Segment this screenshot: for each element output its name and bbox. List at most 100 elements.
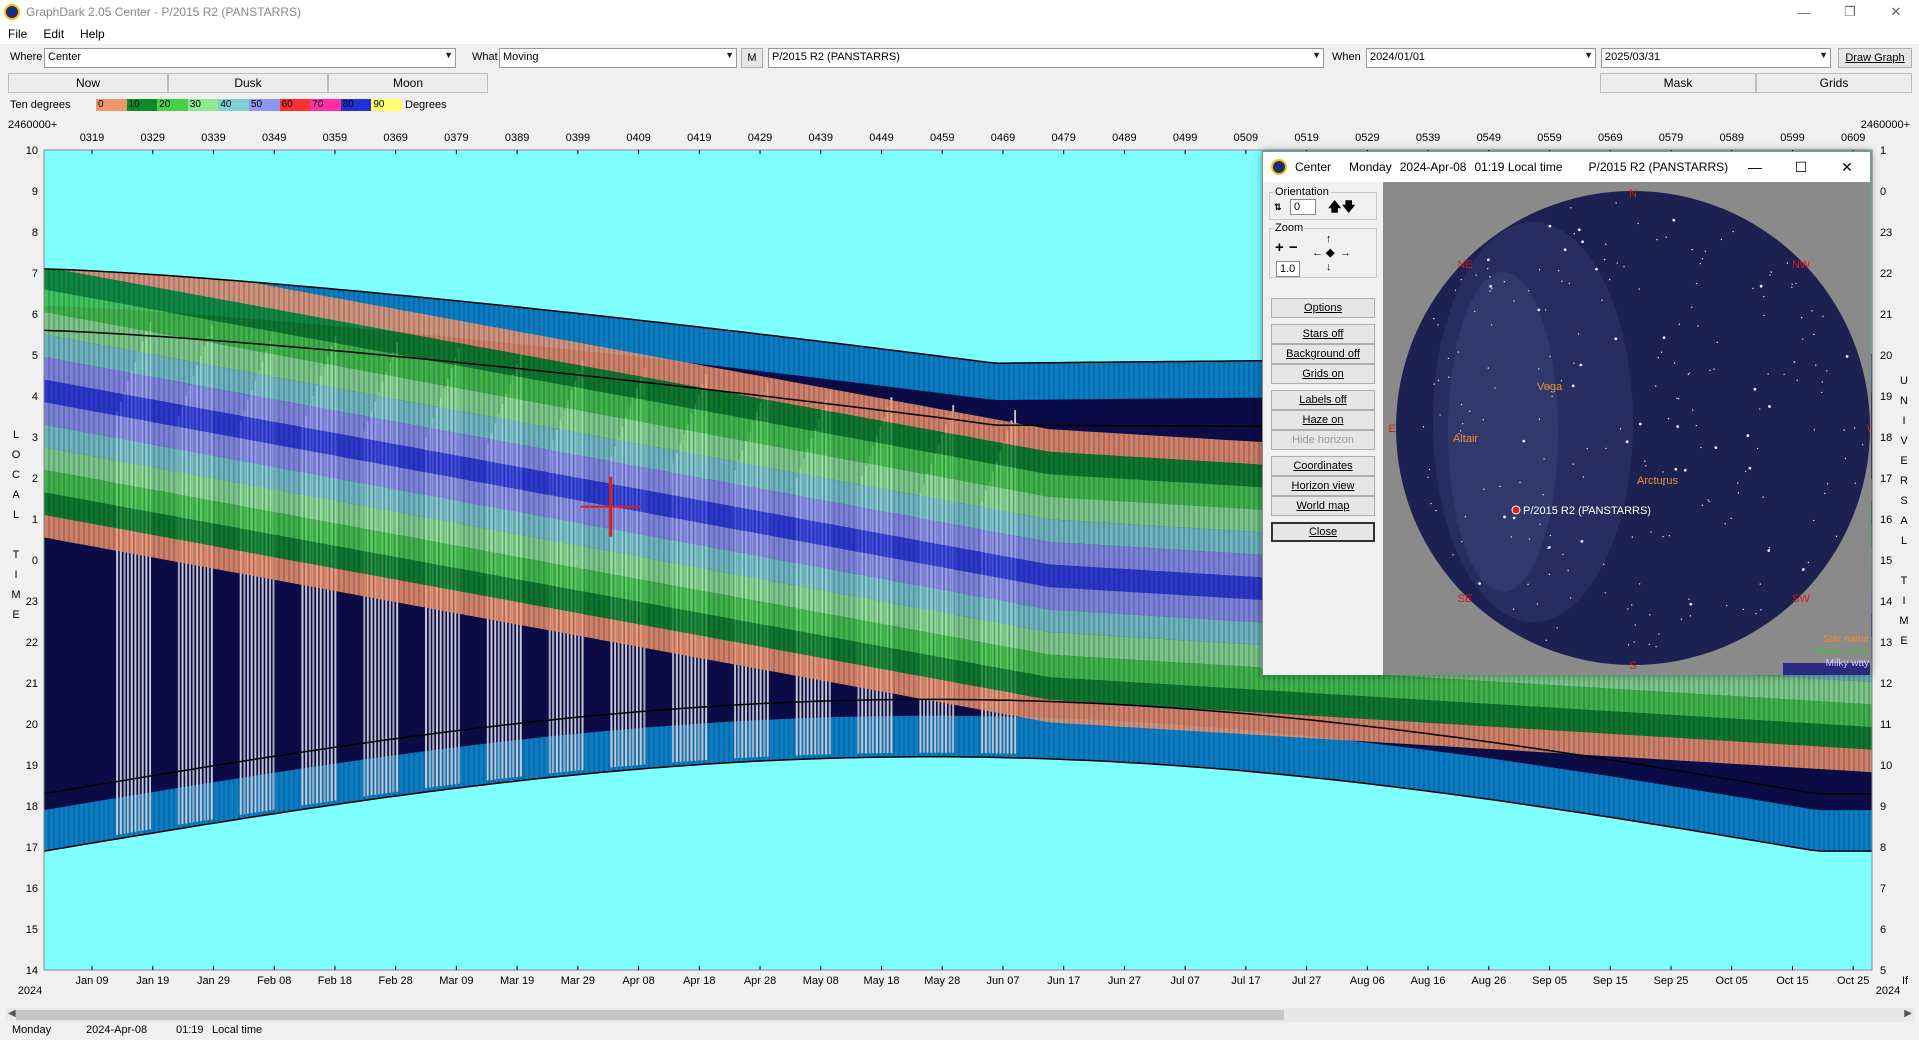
options-button[interactable]: Options — [1271, 298, 1375, 318]
date-tick-label: Apr 28 — [744, 975, 776, 987]
minimize-icon[interactable]: — — [1732, 152, 1778, 182]
date-tick-label: Apr 08 — [622, 975, 654, 987]
compass-direction: E — [1388, 423, 1395, 435]
arrow-down-icon[interactable]: 🡇 — [1342, 200, 1355, 214]
date-tick-label: Aug 26 — [1471, 975, 1506, 987]
menu-help[interactable]: Help — [72, 27, 113, 41]
tab-mask[interactable]: Mask — [1600, 73, 1756, 93]
to-date-select[interactable]: 2025/03/31 ▼ — [1601, 48, 1831, 68]
ut-hour-label: 19 — [1880, 391, 1892, 403]
when-label: When — [1332, 51, 1361, 63]
scroll-left-icon[interactable]: ◀ — [8, 1008, 16, 1019]
minimize-icon[interactable]: — — [1781, 0, 1827, 24]
star-dot — [1691, 248, 1693, 251]
date-tick-label: Jan 09 — [75, 975, 108, 987]
coordinates-button[interactable]: Coordinates — [1271, 456, 1375, 476]
ut-hour-label: 23 — [1880, 227, 1892, 239]
object-select[interactable]: P/2015 R2 (PANSTARRS) ▼ — [768, 48, 1324, 68]
jd-tick-label: 0529 — [1355, 132, 1379, 144]
arrow-up-icon[interactable]: 🡅 — [1328, 200, 1341, 214]
star-dot — [1762, 496, 1764, 498]
grids-on-button[interactable]: Grids on — [1271, 364, 1375, 384]
jd-tick-label: 0339 — [201, 132, 225, 144]
pan-up-icon[interactable]: ↑ — [1326, 232, 1332, 246]
ut-hour-label: 9 — [1880, 801, 1886, 813]
star-dot — [1695, 424, 1698, 427]
star-dot — [1503, 515, 1506, 519]
left-axis-title-letter: L — [13, 429, 19, 441]
close-icon[interactable]: ✕ — [1824, 152, 1870, 182]
world-map-button[interactable]: World map — [1271, 496, 1375, 516]
tab-now[interactable]: Now — [8, 73, 168, 93]
star-dot — [1572, 463, 1574, 465]
star-dot — [1800, 316, 1803, 319]
date-tick-label: Feb 28 — [379, 975, 413, 987]
local-hour-label: 8 — [32, 227, 38, 239]
orientation-input[interactable]: 0 — [1290, 199, 1316, 215]
star-dot — [1603, 258, 1606, 261]
labels-off-button[interactable]: Labels off — [1271, 390, 1375, 410]
stars-off-button[interactable]: Stars off — [1271, 324, 1375, 344]
zoom-group: Zoom + − 1.0 ↑ ← ◆ → ↓ — [1269, 222, 1377, 278]
m-button[interactable]: M — [741, 48, 763, 68]
jd-tick-label: 0479 — [1051, 132, 1075, 144]
draw-graph-button[interactable]: Draw Graph — [1838, 48, 1912, 68]
left-axis-title-letter: L — [13, 509, 19, 521]
menu-edit[interactable]: Edit — [35, 27, 72, 41]
pan-center-icon[interactable]: ◆ — [1326, 246, 1334, 260]
star-dot — [1716, 341, 1718, 344]
star-dot — [1561, 280, 1563, 282]
jd-tick-label: 0319 — [80, 132, 104, 144]
background-off-button[interactable]: Background off — [1271, 344, 1375, 364]
maximize-icon[interactable]: ☐ — [1778, 152, 1824, 182]
key-label: Star name — [1823, 634, 1870, 645]
what-select[interactable]: Moving ▼ — [499, 48, 737, 68]
star-dot — [1571, 384, 1575, 388]
local-hour-label: 21 — [26, 678, 38, 690]
star-dot — [1748, 466, 1752, 470]
scroll-thumb[interactable] — [16, 1010, 1284, 1020]
tab-dusk[interactable]: Dusk — [168, 73, 328, 93]
star-dot — [1568, 282, 1570, 285]
star-name-label: Vega — [1537, 381, 1563, 393]
horizon-view-button[interactable]: Horizon view — [1271, 476, 1375, 496]
restore-icon[interactable]: ❐ — [1827, 0, 1873, 24]
rotate-icon[interactable]: ⇅ — [1274, 200, 1282, 214]
ut-hour-label: 12 — [1880, 678, 1892, 690]
zoom-input[interactable]: 1.0 — [1276, 261, 1300, 277]
horizontal-scrollbar[interactable]: ◀ ▶ — [6, 1008, 1914, 1022]
tab-moon[interactable]: Moon — [328, 73, 488, 93]
status-time: 01:19 — [176, 1024, 204, 1036]
pan-down-icon[interactable]: ↓ — [1326, 260, 1332, 274]
right-axis-title-letter: A — [1900, 515, 1908, 527]
where-select[interactable]: Center ▼ — [44, 48, 456, 68]
pan-right-icon[interactable]: → — [1340, 246, 1351, 260]
star-dot — [1437, 379, 1440, 382]
menu-file[interactable]: File — [0, 27, 35, 41]
legend-step: 0 — [96, 99, 127, 111]
star-dot — [1510, 536, 1513, 538]
date-tick-label: Jul 17 — [1231, 975, 1260, 987]
zoom-in-icon[interactable]: + — [1275, 240, 1284, 255]
star-dot — [1759, 583, 1761, 585]
sky-chart[interactable]: NSEWNENWSESWVegaAltairArcturusP/2015 R2 … — [1383, 182, 1870, 675]
haze-on-button[interactable]: Haze on — [1271, 410, 1375, 430]
star-dot — [1745, 470, 1747, 473]
date-tick-label: May 08 — [803, 975, 839, 987]
local-hour-label: 16 — [26, 883, 38, 895]
star-dot — [1730, 517, 1732, 519]
close-button[interactable]: Close — [1271, 522, 1375, 542]
pan-left-icon[interactable]: ← — [1312, 246, 1323, 260]
star-dot — [1655, 646, 1657, 648]
scroll-right-icon[interactable]: ▶ — [1904, 1008, 1912, 1019]
star-dot — [1569, 597, 1572, 599]
star-dot — [1707, 499, 1709, 501]
zoom-out-icon[interactable]: − — [1289, 240, 1298, 255]
tab-grids[interactable]: Grids — [1756, 73, 1912, 93]
ut-hour-label: 10 — [1880, 760, 1892, 772]
from-date-select[interactable]: 2024/01/01 ▼ — [1366, 48, 1596, 68]
close-icon[interactable]: ✕ — [1873, 0, 1919, 24]
jd-tick-label: 0469 — [991, 132, 1015, 144]
star-dot — [1544, 309, 1547, 311]
star-dot — [1701, 504, 1704, 507]
